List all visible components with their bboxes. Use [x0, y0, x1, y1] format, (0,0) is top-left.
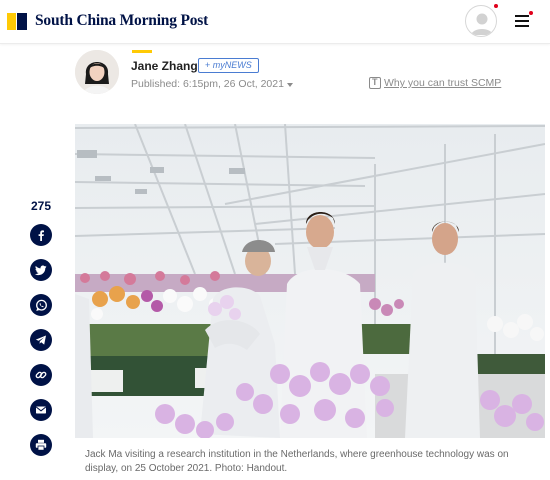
share-twitter-button[interactable] [30, 259, 52, 281]
share-facebook-button[interactable] [30, 224, 52, 246]
trust-scmp-link[interactable]: Why you can trust SCMP [384, 77, 501, 89]
share-count: 275 [30, 199, 52, 213]
whatsapp-icon [35, 299, 47, 311]
menu-notification-dot [529, 11, 533, 15]
user-avatar-icon [471, 13, 493, 35]
logo-mark-icon [7, 12, 27, 30]
print-button[interactable] [30, 434, 52, 456]
user-account-button[interactable] [465, 5, 497, 37]
author-accent-bar [132, 50, 152, 53]
article-photo[interactable] [75, 124, 545, 438]
print-icon [35, 439, 47, 451]
telegram-icon [35, 335, 46, 345]
photo-caption: Jack Ma visiting a research institution … [85, 449, 509, 474]
share-telegram-button[interactable] [30, 329, 52, 351]
chevron-down-icon[interactable] [287, 83, 293, 87]
facebook-icon [38, 230, 44, 241]
author-name[interactable]: Jane Zhang [131, 59, 198, 73]
follow-mynews-button[interactable]: + myNEWS [198, 58, 259, 73]
share-whatsapp-button[interactable] [30, 294, 52, 316]
logo-text: South China Morning Post [35, 12, 209, 29]
share-email-button[interactable] [30, 399, 52, 421]
greenhouse-photo [75, 124, 545, 438]
site-header: South China Morning Post [0, 0, 550, 44]
email-icon [35, 406, 47, 414]
site-logo[interactable]: South China Morning Post [7, 11, 208, 31]
author-avatar[interactable] [75, 50, 119, 94]
trust-icon [369, 77, 381, 89]
link-icon [35, 371, 47, 379]
twitter-icon [35, 265, 47, 276]
copy-link-button[interactable] [30, 364, 52, 386]
published-date: Published: 6:15pm, 26 Oct, 2021 [131, 78, 284, 90]
notification-dot [494, 4, 498, 8]
